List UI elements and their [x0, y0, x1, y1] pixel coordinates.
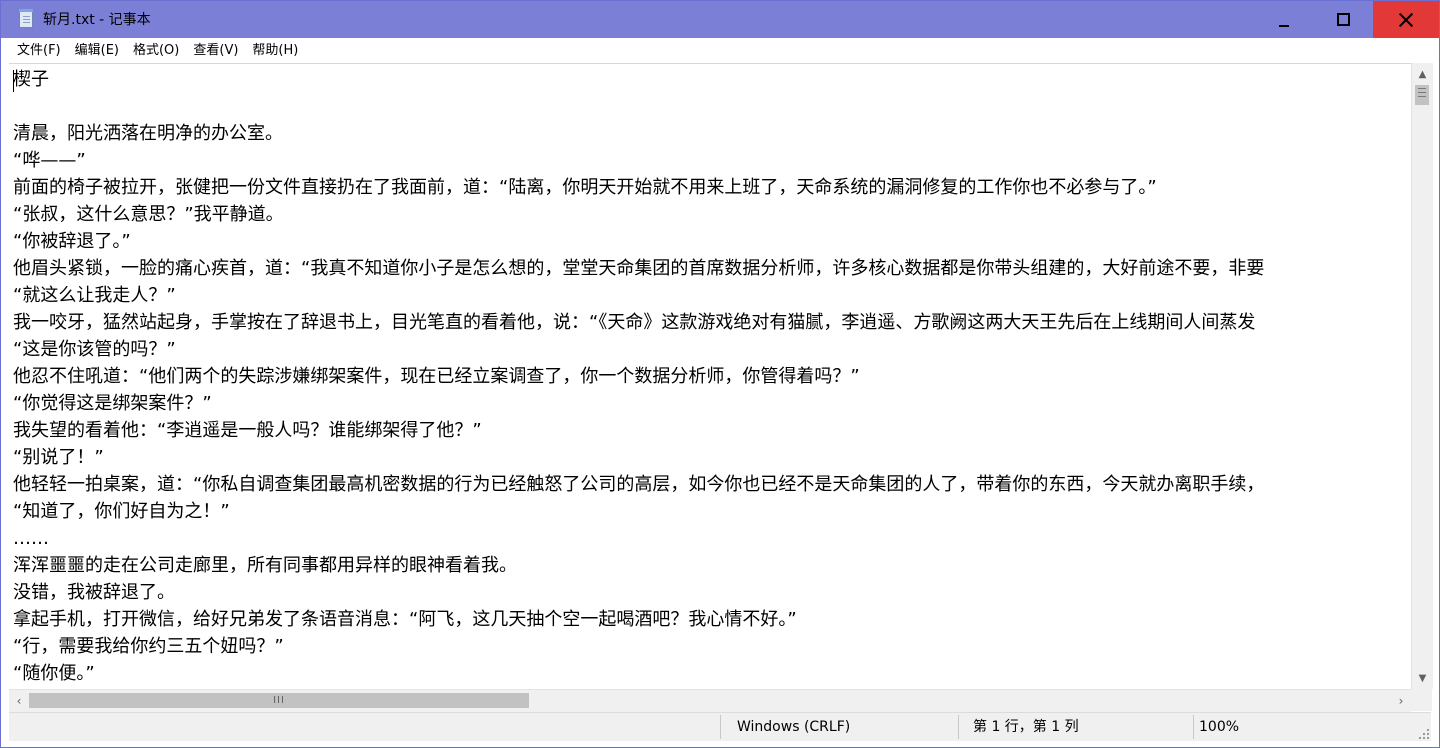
text-line[interactable]: 我失望的看着他：“李逍遥是一般人吗？谁能绑架得了他？” — [13, 417, 1411, 444]
text-line[interactable]: 前面的椅子被拉开，张健把一份文件直接扔在了我面前，道：“陆离，你明天开始就不用来… — [13, 174, 1411, 201]
scroll-down-icon[interactable]: ▼ — [1412, 667, 1433, 689]
vertical-scrollbar[interactable]: ▲ ▼ — [1411, 63, 1433, 689]
text-editor[interactable]: 楔子 清晨，阳光洒落在明净的办公室。 “哗——” 前面的椅子被拉开，张健把一份文件直… — [9, 63, 1411, 690]
notepad-icon[interactable] — [19, 9, 33, 28]
text-line[interactable] — [13, 93, 1411, 120]
menu-format[interactable]: 格式(O) — [126, 40, 186, 62]
notepad-window: 斩月.txt - 记事本 文件(F) 编辑(E) 格式(O) 查看(V) 帮助(… — [0, 0, 1440, 748]
document-text[interactable]: 楔子 清晨，阳光洒落在明净的办公室。 “哗——” 前面的椅子被拉开，张健把一份文件直… — [13, 66, 1411, 687]
text-line[interactable]: “随你便。” — [13, 660, 1411, 687]
text-line[interactable]: “你被辞退了。” — [13, 228, 1411, 255]
horizontal-scroll-thumb[interactable]: III — [29, 693, 529, 708]
horizontal-scrollbar[interactable]: ‹ III › — [9, 689, 1411, 712]
text-line[interactable]: “哗——” — [13, 147, 1411, 174]
minimize-icon — [1279, 24, 1289, 27]
text-line[interactable]: 我一咬牙，猛然站起身，手掌按在了辞退书上，目光笔直的看着他，说：“《天命》这款游… — [13, 309, 1411, 336]
text-caret — [13, 70, 14, 92]
maximize-button[interactable] — [1314, 1, 1372, 38]
text-line[interactable]: “行，需要我给你约三五个妞吗？” — [13, 633, 1411, 660]
close-icon — [1399, 13, 1413, 27]
text-line[interactable]: …… — [13, 525, 1411, 552]
text-line[interactable]: 拿起手机，打开微信，给好兄弟发了条语音消息：“阿飞，这几天抽个空一起喝酒吧？我心… — [13, 606, 1411, 633]
text-line[interactable]: 他眉头紧锁，一脸的痛心疾首，道：“我真不知道你小子是怎么想的，堂堂天命集团的首席… — [13, 255, 1411, 282]
minimize-button[interactable] — [1255, 1, 1313, 38]
text-line[interactable]: “别说了！” — [13, 444, 1411, 471]
menu-bar: 文件(F) 编辑(E) 格式(O) 查看(V) 帮助(H) — [9, 39, 1431, 63]
menu-edit[interactable]: 编辑(E) — [68, 40, 126, 62]
status-separator — [958, 715, 959, 739]
text-line[interactable]: 楔子 — [13, 66, 1411, 93]
text-line[interactable]: 浑浑噩噩的走在公司走廊里，所有同事都用异样的眼神看着我。 — [13, 552, 1411, 579]
cursor-position-status: 第 1 行，第 1 列 — [973, 719, 1079, 735]
resize-grip-icon[interactable] — [1419, 729, 1429, 739]
scroll-right-icon[interactable]: › — [1391, 690, 1411, 712]
text-line[interactable]: 他轻轻一拍桌案，道：“你私自调查集团最高机密数据的行为已经触怒了公司的高层，如今… — [13, 471, 1411, 498]
zoom-status: 100% — [1199, 719, 1240, 735]
menu-help[interactable]: 帮助(H) — [245, 40, 305, 62]
scroll-left-icon[interactable]: ‹ — [9, 690, 29, 712]
status-separator — [720, 715, 721, 739]
menu-file[interactable]: 文件(F) — [9, 40, 68, 62]
maximize-icon — [1336, 13, 1350, 26]
status-bar: Windows (CRLF) 第 1 行，第 1 列 100% — [9, 712, 1431, 741]
text-line[interactable]: 清晨，阳光洒落在明净的办公室。 — [13, 120, 1411, 147]
text-line[interactable]: 他忍不住吼道：“他们两个的失踪涉嫌绑架案件，现在已经立案调查了，你一个数据分析师… — [13, 363, 1411, 390]
menu-view[interactable]: 查看(V) — [186, 40, 245, 62]
text-line[interactable]: 没错，我被辞退了。 — [13, 579, 1411, 606]
text-line[interactable]: “你觉得这是绑架案件？” — [13, 390, 1411, 417]
text-line[interactable]: “就这么让我走人？” — [13, 282, 1411, 309]
status-separator — [1193, 715, 1194, 739]
text-line[interactable]: “张叔，这什么意思？”我平静道。 — [13, 201, 1411, 228]
vertical-scroll-thumb[interactable] — [1415, 85, 1429, 105]
text-line[interactable]: “这是你该管的吗？” — [13, 336, 1411, 363]
scroll-up-icon[interactable]: ▲ — [1412, 63, 1433, 85]
window-title: 斩月.txt - 记事本 — [43, 12, 151, 28]
line-ending-status: Windows (CRLF) — [737, 719, 851, 735]
scrollbar-corner — [1411, 689, 1432, 711]
title-bar[interactable]: 斩月.txt - 记事本 — [1, 1, 1439, 38]
close-button[interactable] — [1373, 1, 1439, 38]
text-line[interactable]: “知道了，你们好自为之！” — [13, 498, 1411, 525]
